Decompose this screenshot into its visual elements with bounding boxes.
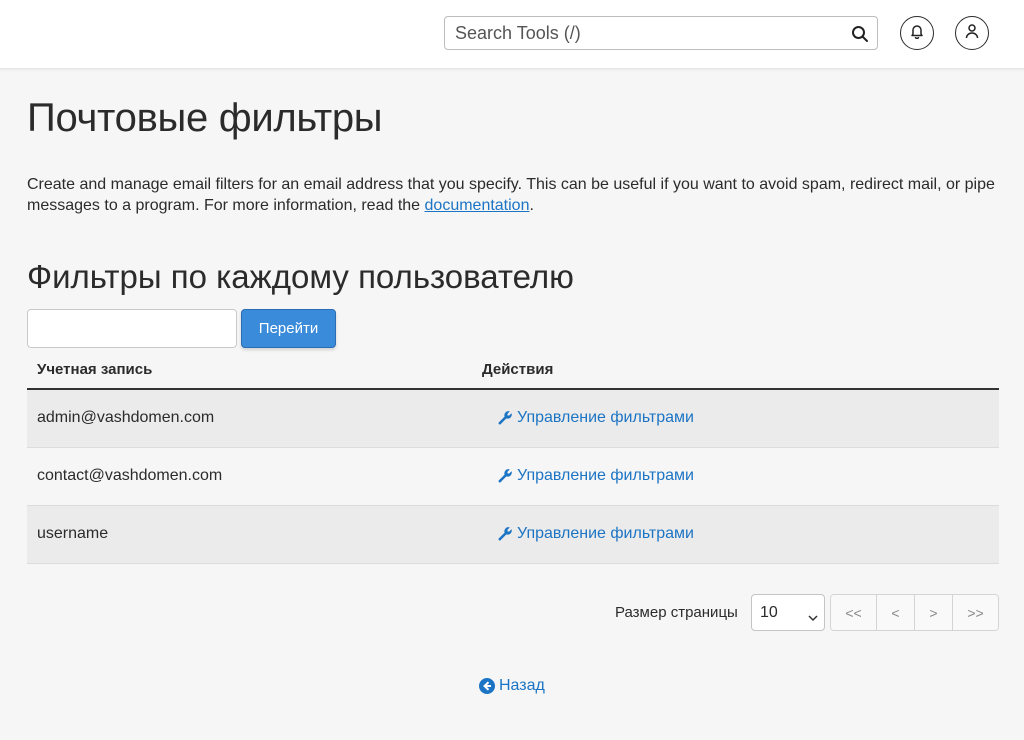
manage-filters-label: Управление фильтрами: [517, 525, 694, 542]
first-page-button[interactable]: <<: [831, 595, 877, 630]
pagination-controls: << < > >>: [830, 594, 999, 631]
search-box[interactable]: [444, 16, 878, 50]
filters-table: Учетная запись Действия admin@vashdomen.…: [27, 352, 999, 564]
notifications-button[interactable]: [900, 16, 934, 50]
page-size-value: 10: [760, 604, 778, 621]
account-cell: admin@vashdomen.com: [37, 409, 215, 426]
column-header-actions: Действия: [482, 361, 554, 378]
page-description: Create and manage email filters for an e…: [27, 174, 1002, 216]
chevron-down-icon: [808, 609, 818, 622]
page-size-select[interactable]: 10: [751, 594, 825, 631]
manage-filters-link[interactable]: Управление фильтрами: [497, 467, 694, 485]
wrench-icon: [497, 526, 513, 542]
wrench-icon: [497, 410, 513, 426]
page-title: Почтовые фильтры: [27, 96, 383, 140]
next-page-button[interactable]: >: [915, 595, 953, 630]
last-page-button[interactable]: >>: [953, 595, 998, 630]
manage-filters-label: Управление фильтрами: [517, 409, 694, 426]
bell-icon: [909, 23, 925, 44]
go-button[interactable]: Перейти: [241, 309, 336, 348]
manage-filters-link[interactable]: Управление фильтрами: [497, 409, 694, 427]
table-row: username Управление фильтрами: [27, 506, 999, 564]
search-icon[interactable]: [851, 25, 869, 43]
account-cell: contact@vashdomen.com: [37, 467, 223, 484]
documentation-link[interactable]: documentation: [425, 197, 530, 214]
page-size-label: Размер страницы: [615, 604, 738, 621]
column-header-account[interactable]: Учетная запись: [37, 361, 152, 378]
table-row: contact@vashdomen.com Управление фильтра…: [27, 448, 999, 506]
manage-filters-link[interactable]: Управление фильтрами: [497, 525, 694, 543]
table-header: Учетная запись Действия: [27, 352, 999, 390]
user-icon: [964, 23, 980, 44]
previous-page-button[interactable]: <: [877, 595, 915, 630]
account-cell: username: [37, 525, 109, 542]
table-row: admin@vashdomen.com Управление фильтрами: [27, 390, 999, 448]
back-label: Назад: [499, 677, 545, 694]
back-link[interactable]: Назад: [479, 677, 545, 695]
section-title: Фильтры по каждому пользователю: [27, 258, 574, 295]
user-menu-button[interactable]: [955, 16, 989, 50]
account-search-input[interactable]: [27, 309, 237, 348]
search-input[interactable]: [445, 17, 835, 49]
description-end: .: [529, 197, 534, 214]
arrow-left-circle-icon: [479, 678, 495, 694]
manage-filters-label: Управление фильтрами: [517, 467, 694, 484]
wrench-icon: [497, 468, 513, 484]
top-bar: [0, 0, 1024, 69]
